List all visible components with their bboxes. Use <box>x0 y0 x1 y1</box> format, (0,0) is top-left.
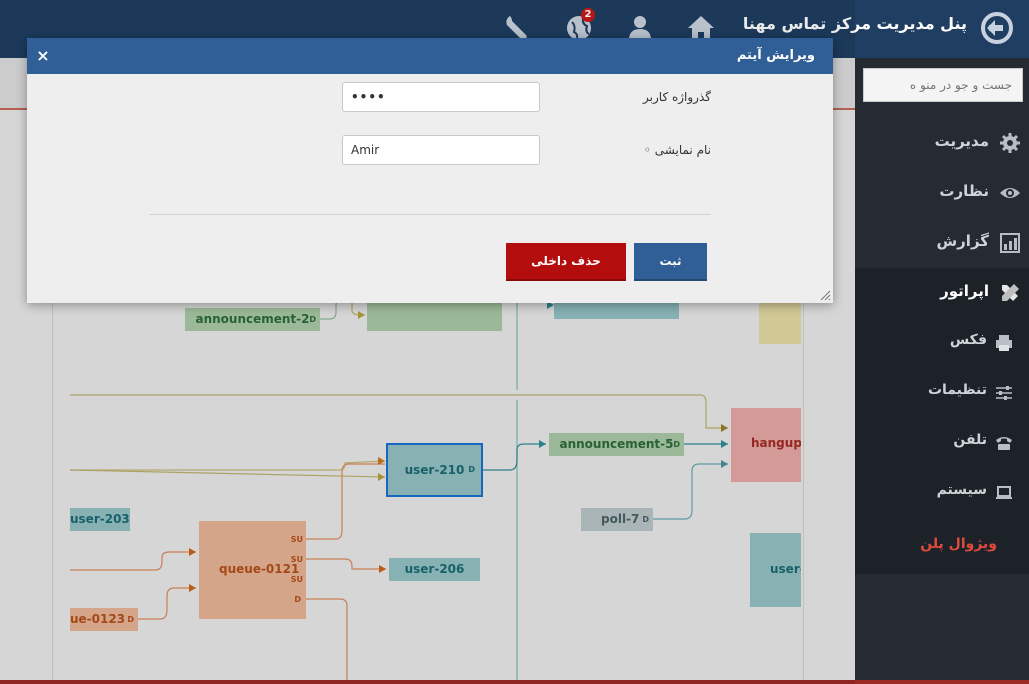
menu-search-input[interactable] <box>863 68 1023 102</box>
resize-grip-icon[interactable] <box>819 289 831 301</box>
printer-icon <box>996 335 1012 351</box>
submit-button[interactable]: ثبت <box>634 243 707 281</box>
sidebar-item-label: ویژوال پلن <box>920 536 997 552</box>
sidebar-item-label: تلفن <box>953 432 987 448</box>
sidebar-item-operator[interactable]: اپراتور <box>855 268 1029 318</box>
sidebar-item-label: تنظیمات <box>927 382 987 398</box>
close-icon[interactable]: × <box>33 46 53 66</box>
dialog-divider <box>149 214 711 215</box>
delete-extension-button[interactable]: حذف داخلی <box>506 243 626 281</box>
dialog-header: ویرایش آیتم × <box>27 38 833 74</box>
eye-icon <box>1000 188 1020 198</box>
password-label: گذرواژه کاربر <box>643 90 711 104</box>
password-field[interactable] <box>342 82 540 112</box>
logout-logo-icon[interactable] <box>979 10 1015 46</box>
sidebar-item-management[interactable]: مدیریت <box>855 118 1029 168</box>
edit-item-dialog: ویرایش آیتم × گذرواژه کاربر نام نمایشی ◦… <box>27 38 833 303</box>
sidebar-item-reports[interactable]: گزارش <box>855 218 1029 268</box>
laptop-icon <box>996 486 1012 499</box>
sidebar-item-system[interactable]: سیستم <box>855 468 1029 518</box>
sidebar-item-visual-plan[interactable]: ویژوال پلن <box>855 522 1029 572</box>
sidebar-item-phone[interactable]: تلفن <box>855 418 1029 468</box>
gear-icon <box>1000 133 1020 153</box>
chart-icon <box>1000 233 1020 253</box>
dialog-title: ویرایش آیتم <box>736 48 815 63</box>
sidebar: مدیریت نظارت گزارش اپراتور فکس تنظیما <box>855 58 1029 684</box>
sidebar-item-fax[interactable]: فکس <box>855 318 1029 368</box>
sidebar-item-monitoring[interactable]: نظارت <box>855 168 1029 218</box>
sliders-icon <box>996 386 1012 400</box>
sidebar-item-label: فکس <box>949 332 987 348</box>
tools-icon <box>1002 284 1019 301</box>
sidebar-item-label: گزارش <box>936 232 989 250</box>
display-name-label: نام نمایشی ◦ <box>643 143 711 157</box>
sidebar-item-label: مدیریت <box>934 132 989 150</box>
sidebar-item-settings[interactable]: تنظیمات <box>855 368 1029 418</box>
display-name-field[interactable] <box>342 135 540 165</box>
sidebar-item-label: سیستم <box>936 482 987 498</box>
sidebar-item-label: اپراتور <box>940 282 989 300</box>
phone-icon <box>996 437 1012 450</box>
sidebar-item-label: نظارت <box>939 182 989 200</box>
